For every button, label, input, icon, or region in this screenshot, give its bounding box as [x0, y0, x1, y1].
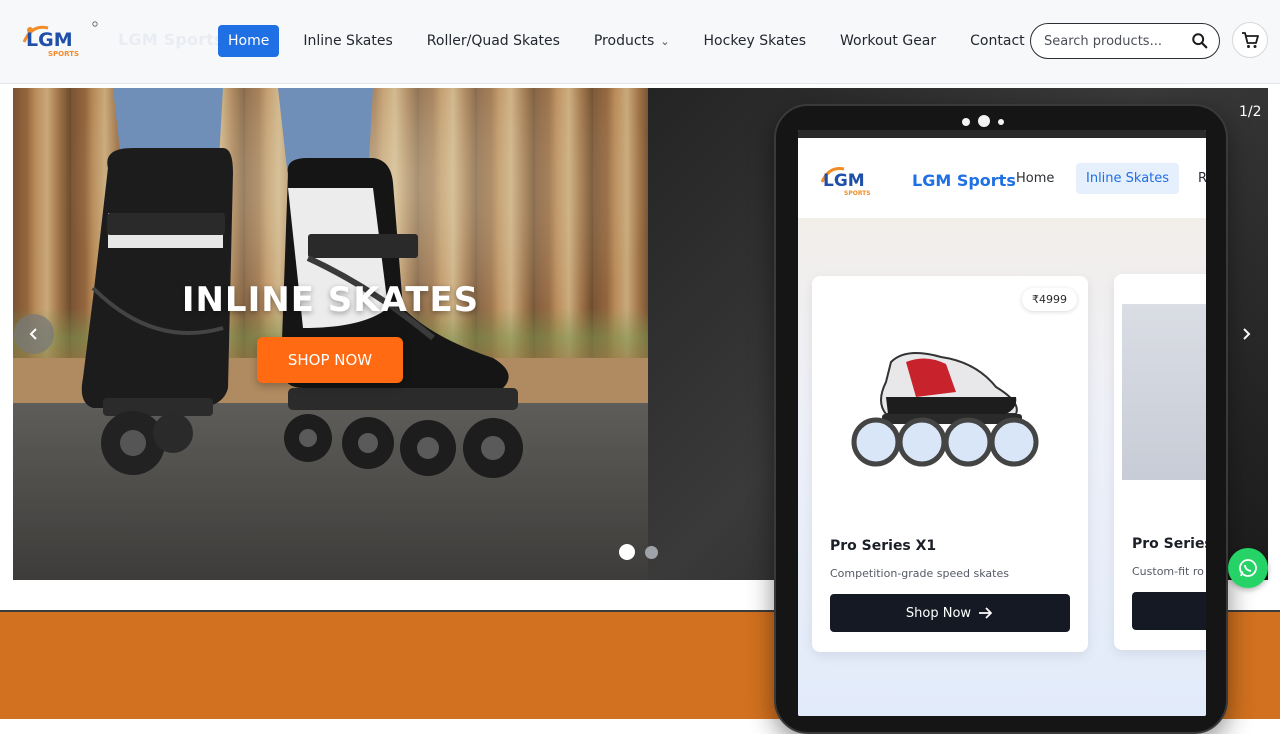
- svg-text:LGM: LGM: [823, 171, 865, 191]
- slider-next-button[interactable]: [1226, 314, 1266, 354]
- skate-image-partial[interactable]: [1122, 304, 1206, 480]
- nav-contact[interactable]: Contact: [960, 25, 1034, 57]
- main-nav: Home Inline Skates Roller/Quad Skates Pr…: [218, 24, 1049, 58]
- product-card: ₹4999 Pro Series X1 Competition-grade sp…: [812, 276, 1088, 652]
- hero-title: INLINE SKATES: [181, 280, 480, 320]
- nav-roller-quad-skates[interactable]: Roller/Quad Skates: [417, 25, 570, 57]
- nav-workout-gear[interactable]: Workout Gear: [830, 25, 946, 57]
- shop-now-button[interactable]: SHOP NOW: [257, 337, 403, 383]
- svg-text:SPORTS: SPORTS: [48, 50, 79, 58]
- product-title-partial: Pro Series: [1132, 536, 1206, 552]
- product-description: Competition-grade speed skates: [830, 567, 1009, 580]
- whatsapp-icon: [1239, 559, 1257, 577]
- product-button-partial[interactable]: [1132, 592, 1206, 630]
- search-box: [1030, 23, 1220, 59]
- cart-button[interactable]: [1232, 22, 1268, 58]
- screen-status-bar: [798, 130, 1206, 138]
- nav-products[interactable]: Products ⌄: [584, 25, 680, 57]
- sensor-dot: [998, 119, 1004, 125]
- price-tag: ₹4999: [1022, 288, 1077, 311]
- product-card-partial: Pro Series Custom-fit ro: [1114, 274, 1206, 650]
- camera-lens: [978, 115, 990, 127]
- svg-text:SPORTS: SPORTS: [844, 190, 871, 197]
- mobile-brand-name: LGM Sports: [912, 171, 1016, 190]
- slider-dot-active[interactable]: [619, 544, 635, 560]
- top-navigation: LGM SPORTS LGM Sports Home Inline Skates…: [0, 0, 1280, 84]
- product-shop-now-button[interactable]: Shop Now: [830, 594, 1070, 632]
- mobile-nav-truncated[interactable]: R: [1198, 171, 1206, 186]
- nav-home[interactable]: Home: [218, 25, 280, 57]
- mobile-nav-inline-skates[interactable]: Inline Skates: [1076, 163, 1180, 194]
- chevron-left-icon: [29, 328, 37, 340]
- mobile-nav: LGM SPORTS LGM Sports Home Inline Skates…: [798, 138, 1206, 218]
- slider-dot[interactable]: [645, 545, 658, 559]
- nav-hockey-skates[interactable]: Hockey Skates: [694, 25, 816, 57]
- product-description-partial: Custom-fit ro: [1132, 565, 1204, 578]
- mobile-nav-home[interactable]: Home: [1016, 171, 1054, 186]
- svg-text:LGM: LGM: [26, 29, 73, 51]
- cart-icon: [1242, 32, 1259, 48]
- search-icon[interactable]: [1191, 32, 1209, 50]
- chevron-right-icon: [1243, 328, 1251, 340]
- camera-dot: [962, 118, 970, 126]
- slider-prev-button[interactable]: [14, 314, 54, 354]
- chevron-down-icon: ⌄: [660, 35, 670, 48]
- brand-name: LGM Sports: [118, 30, 224, 49]
- mobile-lgm-logo[interactable]: LGM SPORTS: [820, 162, 892, 198]
- search-input[interactable]: [1044, 33, 1184, 49]
- whatsapp-chat-button[interactable]: [1228, 548, 1268, 588]
- tablet-screen: LGM SPORTS LGM Sports Home Inline Skates…: [798, 130, 1206, 716]
- lgm-sports-logo[interactable]: LGM SPORTS: [22, 20, 100, 60]
- hero-slide-image: INLINE SKATES SHOP NOW: [13, 88, 648, 580]
- product-title: Pro Series X1: [830, 538, 937, 554]
- shop-now-label: Shop Now: [905, 605, 972, 621]
- tablet-mockup: LGM SPORTS LGM Sports Home Inline Skates…: [774, 104, 1228, 734]
- arrow-right-icon: [979, 607, 993, 619]
- slider-dots: [619, 544, 668, 560]
- nav-inline-skates[interactable]: Inline Skates: [293, 25, 402, 57]
- slide-counter: 1/2: [1239, 104, 1262, 120]
- nav-products-label: Products: [593, 33, 655, 49]
- speed-skate-image[interactable]: [846, 342, 1056, 472]
